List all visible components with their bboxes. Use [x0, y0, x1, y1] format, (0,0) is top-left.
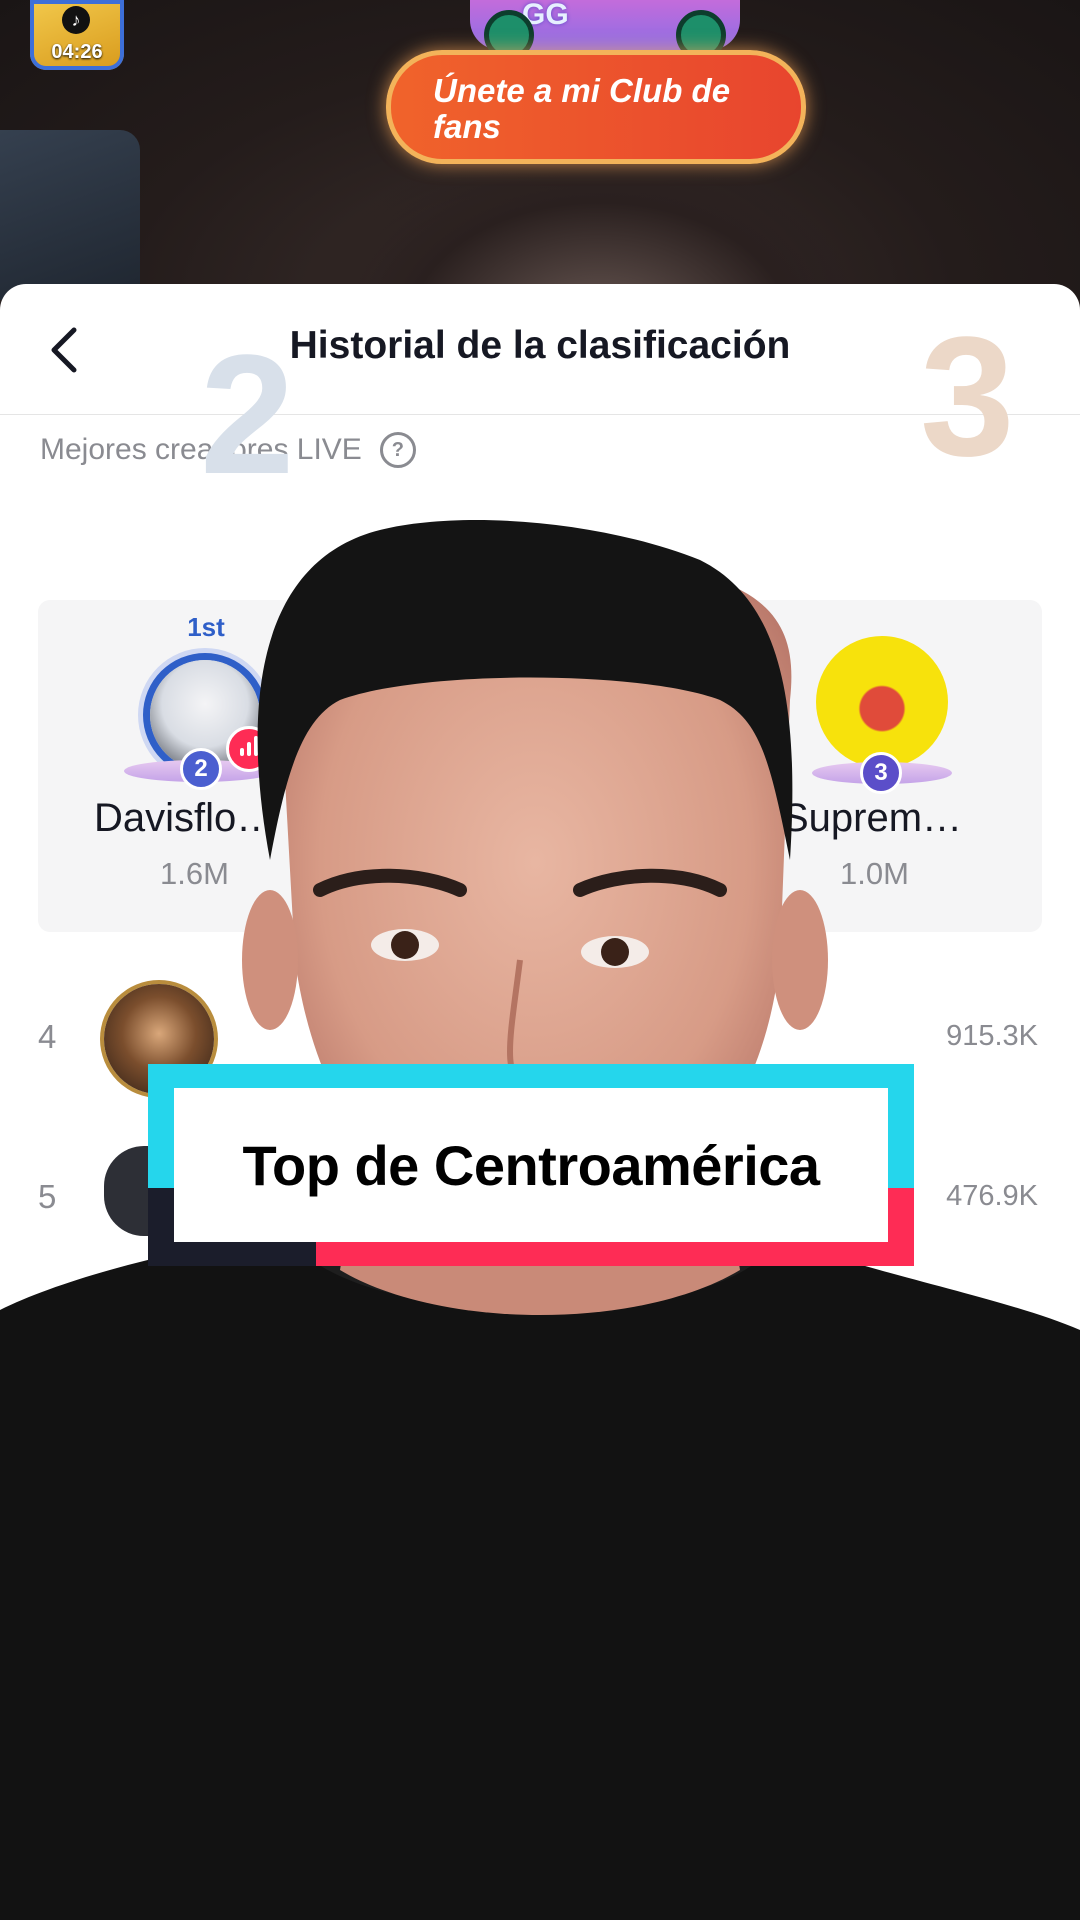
creator-score: 1.6M [160, 856, 229, 891]
creator-name[interactable]: Davisflo… [94, 796, 276, 841]
avatar[interactable] [816, 636, 948, 768]
gift-car-icon: GG [470, 0, 740, 60]
background-wall [0, 130, 140, 300]
first-place-bar [418, 872, 748, 932]
stream-timer: 04:26 [51, 41, 103, 63]
caption-text: Top de Centroamérica [242, 1133, 820, 1197]
list-score: 915.3K [946, 1020, 1038, 1052]
level-badge: 2 [180, 748, 222, 790]
level-badge: 3 [860, 752, 902, 794]
sheet-header: Historial de la clasificación [0, 284, 1080, 415]
podium-rank-3: 3 [920, 302, 1015, 492]
page-title: Historial de la clasificación [289, 324, 791, 367]
list-score: 476.9K [946, 1180, 1038, 1212]
crown-badge: 1st [187, 612, 225, 642]
live-indicator-icon [226, 726, 272, 772]
join-fan-club-button[interactable]: Únete a mi Club de fans [386, 50, 806, 164]
podium-rank-2: 2 [200, 320, 295, 510]
caption-box: Top de Centroamérica [174, 1088, 888, 1242]
list-rank: 4 [38, 1018, 57, 1055]
creator-name[interactable]: Suprem… [782, 796, 962, 841]
stream-timer-badge[interactable]: ♪ 04:26 [30, 0, 124, 70]
caption-banner: Top de Centroamérica [148, 1064, 914, 1266]
list-rank: 5 [38, 1178, 57, 1215]
tiktok-icon: ♪ [62, 6, 90, 34]
creator-score: 1.0M [840, 856, 909, 891]
help-icon[interactable]: ? [379, 432, 416, 468]
